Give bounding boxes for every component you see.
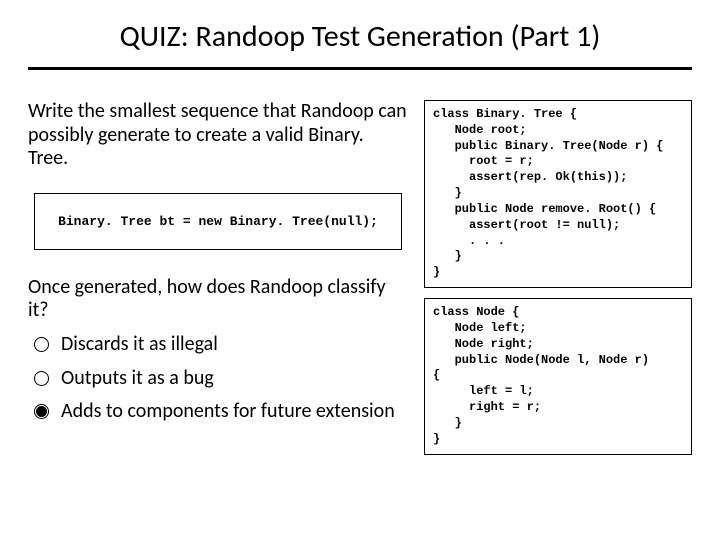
slide: QUIZ: Randoop Test Generation (Part 1) W… bbox=[0, 0, 720, 540]
option-label: Discards it as illegal bbox=[61, 333, 218, 357]
option-label: Outputs it as a bug bbox=[61, 367, 214, 391]
radio-icon[interactable] bbox=[34, 404, 49, 419]
radio-icon[interactable] bbox=[34, 371, 49, 386]
content-row: Write the smallest sequence that Randoop… bbox=[28, 100, 692, 455]
classify-question: Once generated, how does Randoop classif… bbox=[28, 276, 408, 323]
option-adds[interactable]: Adds to components for future extension bbox=[34, 400, 408, 424]
answer-code-box[interactable]: Binary. Tree bt = new Binary. Tree(null)… bbox=[34, 193, 402, 250]
option-list: Discards it as illegal Outputs it as a b… bbox=[28, 333, 408, 424]
code-node: class Node { Node left; Node right; publ… bbox=[424, 298, 692, 454]
left-column: Write the smallest sequence that Randoop… bbox=[28, 100, 408, 455]
page-title: QUIZ: Randoop Test Generation (Part 1) bbox=[28, 18, 692, 70]
option-bug[interactable]: Outputs it as a bug bbox=[34, 367, 408, 391]
radio-icon[interactable] bbox=[34, 337, 49, 352]
option-discards[interactable]: Discards it as illegal bbox=[34, 333, 408, 357]
right-column: class Binary. Tree { Node root; public B… bbox=[424, 100, 692, 455]
prompt-text: Write the smallest sequence that Randoop… bbox=[28, 100, 408, 171]
option-label: Adds to components for future extension bbox=[61, 400, 395, 424]
code-binarytree: class Binary. Tree { Node root; public B… bbox=[424, 100, 692, 288]
